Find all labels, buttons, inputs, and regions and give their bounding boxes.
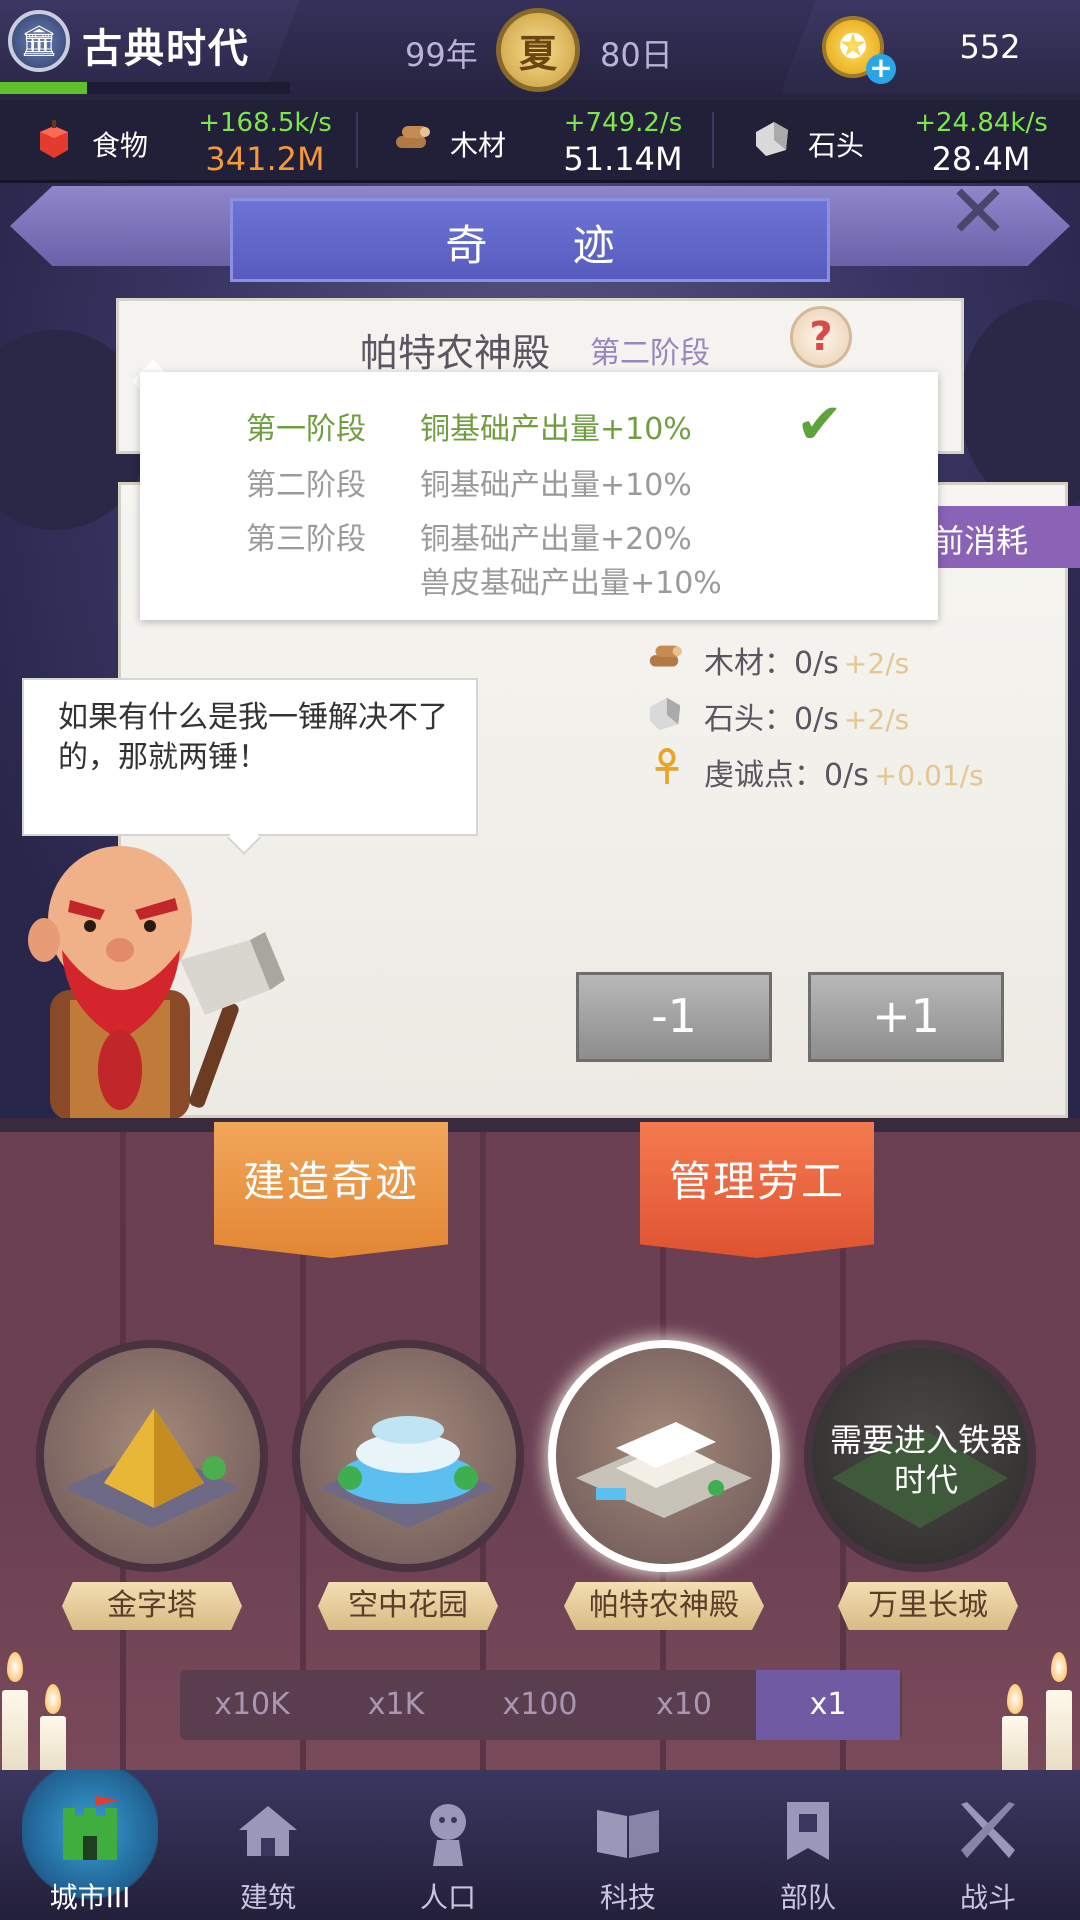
wonder-label: 空中花园 bbox=[318, 1582, 498, 1630]
nav-buildings[interactable]: 建筑 bbox=[198, 1782, 338, 1918]
candle-decoration bbox=[1046, 1690, 1072, 1774]
nav-label: 人口 bbox=[419, 1881, 476, 1914]
tab-build-wonder[interactable]: 建造奇迹 bbox=[214, 1122, 448, 1258]
era-progress-fill bbox=[0, 82, 87, 94]
book-icon bbox=[597, 1810, 659, 1858]
production-label: 木材：0/s bbox=[704, 646, 839, 681]
decrease-workers-button[interactable]: -1 bbox=[576, 972, 772, 1062]
locked-requirement-text: 需要进入铁器时代 bbox=[829, 1421, 1022, 1499]
castle-icon bbox=[63, 1796, 119, 1860]
house-icon bbox=[239, 1806, 297, 1856]
stage-name: 第二阶段 bbox=[246, 468, 366, 503]
candle-decoration bbox=[1002, 1716, 1028, 1776]
wood-icon bbox=[649, 645, 683, 667]
resource-divider bbox=[356, 112, 358, 168]
shelf-edge bbox=[0, 1118, 1080, 1132]
day-text: 80日 bbox=[600, 36, 673, 74]
add-gold-button[interactable]: + bbox=[866, 54, 896, 84]
stage-effect: 铜基础产出量+10% bbox=[420, 468, 692, 503]
wonder-name: 帕特农神殿 bbox=[360, 331, 551, 375]
resource-divider bbox=[712, 112, 714, 168]
banner-icon bbox=[787, 1802, 829, 1860]
temple-icon[interactable]: 🏛 bbox=[8, 10, 70, 72]
wonder-label: 金字塔 bbox=[62, 1582, 242, 1630]
close-icon[interactable]: ✕ bbox=[946, 175, 1010, 249]
flame-decoration bbox=[45, 1684, 61, 1714]
dwarf-worker-character bbox=[28, 846, 285, 1120]
wonder-label: 万里长城 bbox=[838, 1582, 1018, 1630]
stage-name: 第一阶段 bbox=[246, 412, 366, 447]
wonder-hanging-gardens[interactable] bbox=[292, 1340, 524, 1572]
resource-name-food: 食物 bbox=[92, 129, 149, 162]
nav-battle[interactable]: 战斗 bbox=[918, 1782, 1058, 1918]
production-label: 石头：0/s bbox=[704, 702, 839, 737]
help-button[interactable]: ? bbox=[790, 306, 852, 368]
production-bonus: +2/s bbox=[843, 703, 910, 736]
candle-decoration bbox=[40, 1716, 66, 1776]
stone-icon bbox=[756, 122, 788, 156]
nav-label: 科技 bbox=[599, 1881, 656, 1914]
wonder-parthenon[interactable] bbox=[548, 1340, 780, 1572]
resource-name-wood: 木材 bbox=[450, 129, 507, 162]
stone-icon bbox=[649, 697, 681, 731]
production-row: 虔诚点：0/s +0.01/s bbox=[704, 750, 984, 794]
stage-effect: 铜基础产出量+10% bbox=[420, 412, 692, 447]
stage-effect: 兽皮基础产出量+10% bbox=[420, 566, 722, 601]
production-label: 虔诚点：0/s bbox=[704, 758, 869, 793]
production-row: 木材：0/s +2/s bbox=[704, 638, 909, 682]
stage-effect: 铜基础产出量+20% bbox=[420, 522, 692, 557]
wonder-stage: 第二阶段 bbox=[590, 336, 710, 371]
nav-label: 战斗 bbox=[959, 1881, 1016, 1914]
flame-decoration bbox=[7, 1652, 23, 1682]
multiplier-x1[interactable]: x1 bbox=[756, 1670, 900, 1740]
tab-manage-workers[interactable]: 管理劳工 bbox=[640, 1122, 874, 1258]
ankh-icon bbox=[655, 748, 679, 785]
multiplier-x10k[interactable]: x10K bbox=[180, 1670, 324, 1740]
year-text: 99年 bbox=[405, 36, 478, 74]
pyramid-icon bbox=[64, 1408, 240, 1528]
resource-rate-stone: +24.84k/s bbox=[914, 108, 1048, 138]
multiplier-x1k[interactable]: x1K bbox=[324, 1670, 468, 1740]
nav-label: 城市III bbox=[49, 1881, 131, 1914]
check-icon: ✔ bbox=[796, 392, 843, 457]
dialog-title: 奇 迹 bbox=[445, 221, 651, 270]
gold-amount: 552 bbox=[959, 28, 1021, 66]
nav-label: 部队 bbox=[779, 1881, 836, 1914]
nav-population[interactable]: 人口 bbox=[378, 1782, 518, 1918]
wonder-label: 帕特农神殿 bbox=[564, 1582, 764, 1630]
flame-decoration bbox=[1007, 1684, 1023, 1714]
parthenon-icon bbox=[576, 1422, 752, 1518]
gardens-icon bbox=[320, 1416, 496, 1528]
resource-amount-wood: 51.14M bbox=[563, 140, 683, 178]
wonder-pyramid[interactable] bbox=[36, 1340, 268, 1572]
increase-workers-button[interactable]: +1 bbox=[808, 972, 1004, 1062]
season-badge: 夏 bbox=[496, 8, 580, 92]
apple-icon bbox=[40, 120, 68, 158]
stage-name: 第三阶段 bbox=[246, 522, 366, 557]
resource-name-stone: 石头 bbox=[808, 129, 865, 162]
swords-icon bbox=[961, 1802, 1015, 1858]
candle-decoration bbox=[2, 1690, 28, 1774]
person-icon bbox=[430, 1804, 466, 1866]
consumption-label: 前消耗 bbox=[932, 522, 1029, 560]
nav-label: 建筑 bbox=[239, 1881, 296, 1914]
nav-technology[interactable]: 科技 bbox=[558, 1782, 698, 1918]
speech-text: 如果有什么是我一锤解决不了的，那就两锤！ bbox=[58, 700, 448, 775]
production-bonus: +2/s bbox=[843, 647, 910, 680]
resource-rate-food: +168.5k/s bbox=[198, 108, 332, 138]
multiplier-x100[interactable]: x100 bbox=[468, 1670, 612, 1740]
flame-decoration bbox=[1051, 1652, 1067, 1682]
resource-amount-food: 341.2M bbox=[205, 140, 325, 178]
production-row: 石头：0/s +2/s bbox=[704, 694, 909, 738]
wood-icon bbox=[396, 126, 430, 148]
era-title: 古典时代 bbox=[82, 26, 250, 72]
production-bonus: +0.01/s bbox=[873, 759, 984, 792]
nav-troops[interactable]: 部队 bbox=[738, 1782, 878, 1918]
nav-city[interactable]: 城市III bbox=[20, 1782, 160, 1918]
resource-rate-wood: +749.2/s bbox=[563, 108, 683, 138]
multiplier-x10[interactable]: x10 bbox=[612, 1670, 756, 1740]
